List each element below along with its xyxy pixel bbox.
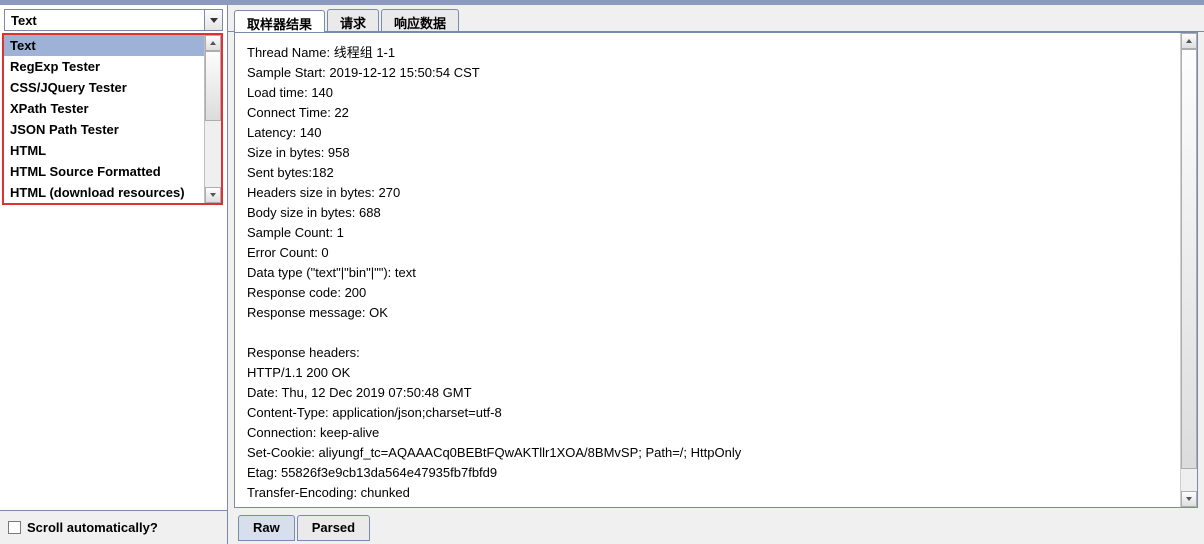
result-content: Thread Name: 线程组 1-1 Sample Start: 2019-… (234, 32, 1198, 508)
renderer-option-xpath[interactable]: XPath Tester (4, 98, 204, 119)
renderer-dropdown-list: Text RegExp Tester CSS/JQuery Tester XPa… (2, 33, 223, 205)
tab-sampler-result[interactable]: 取样器结果 (234, 10, 325, 32)
renderer-option-regexp[interactable]: RegExp Tester (4, 56, 204, 77)
chevron-down-icon (210, 193, 216, 197)
scroll-auto-checkbox[interactable] (8, 521, 21, 534)
chevron-up-icon (210, 41, 216, 45)
scroll-thumb[interactable] (205, 51, 221, 121)
scroll-down-button[interactable] (205, 187, 221, 203)
scroll-down-button[interactable] (1181, 491, 1197, 507)
scroll-auto-label: Scroll automatically? (27, 520, 158, 535)
renderer-option-html-source[interactable]: HTML Source Formatted (4, 161, 204, 182)
renderer-option-css[interactable]: CSS/JQuery Tester (4, 77, 204, 98)
tab-response-data[interactable]: 响应数据 (381, 9, 459, 31)
chevron-up-icon (1186, 39, 1192, 43)
renderer-select-button[interactable] (204, 10, 222, 30)
scroll-up-button[interactable] (205, 35, 221, 51)
tab-parsed[interactable]: Parsed (297, 515, 370, 541)
renderer-select-value: Text (5, 11, 204, 30)
renderer-option-jsonpath[interactable]: JSON Path Tester (4, 119, 204, 140)
scroll-auto-row: Scroll automatically? (0, 510, 227, 544)
chevron-down-icon (210, 18, 218, 23)
result-tabs: 取样器结果 请求 响应数据 (228, 5, 1204, 32)
format-tabs: Raw Parsed (228, 512, 1204, 544)
dropdown-scrollbar[interactable] (204, 35, 221, 203)
tab-raw[interactable]: Raw (238, 515, 295, 541)
right-panel: 取样器结果 请求 响应数据 Thread Name: 线程组 1-1 Sampl… (228, 5, 1204, 544)
renderer-option-text[interactable]: Text (4, 35, 204, 56)
chevron-down-icon (1186, 497, 1192, 501)
scroll-track[interactable] (1181, 49, 1197, 491)
result-text-area[interactable]: Thread Name: 线程组 1-1 Sample Start: 2019-… (235, 33, 1180, 507)
renderer-option-html[interactable]: HTML (4, 140, 204, 161)
scroll-thumb[interactable] (1181, 49, 1197, 469)
renderer-option-html-download[interactable]: HTML (download resources) (4, 182, 204, 203)
content-scrollbar[interactable] (1180, 33, 1197, 507)
scroll-track[interactable] (205, 51, 221, 187)
renderer-select[interactable]: Text (4, 9, 223, 31)
scroll-up-button[interactable] (1181, 33, 1197, 49)
results-tree-area (0, 205, 227, 510)
left-panel: Text Text RegExp Tester CSS/JQuery Teste… (0, 5, 228, 544)
tab-request[interactable]: 请求 (327, 9, 379, 31)
